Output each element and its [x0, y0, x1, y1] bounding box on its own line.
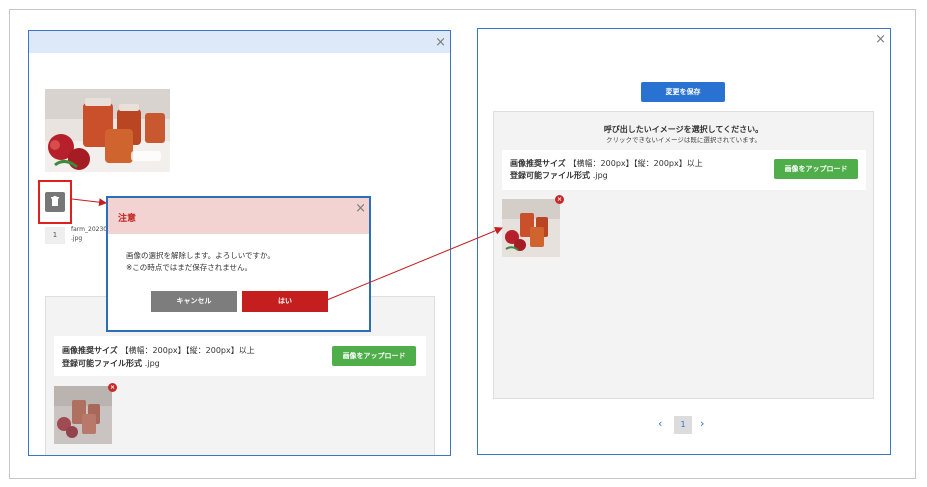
instruction-subtitle: クリックできないイメージは既に選択されています。: [605, 136, 762, 144]
trash-icon: [51, 196, 59, 206]
selectable-thumbnail[interactable]: [502, 199, 560, 257]
jam-jars-photo: [45, 89, 170, 172]
delete-image-button[interactable]: [45, 192, 65, 212]
image-info-box: 画像推奨サイズ 【横幅：200px】【縦：200px】以上 登録可能ファイル形式…: [54, 336, 426, 376]
image-info-box: 画像推奨サイズ 【横幅：200px】【縦：200px】以上 登録可能ファイル形式…: [502, 150, 866, 190]
file-name-line2: .jpg: [71, 235, 83, 242]
format-value: .jpg: [144, 359, 160, 368]
pager-page-1[interactable]: 1: [674, 416, 692, 434]
file-format-text: 登録可能ファイル形式 .jpg: [62, 359, 160, 369]
library-thumbnail[interactable]: [54, 386, 112, 444]
remove-thumbnail-icon[interactable]: ×: [108, 383, 117, 392]
left-window-title-bar: [29, 31, 450, 53]
selected-image-preview: [45, 89, 170, 172]
file-index-badge: 1: [45, 227, 65, 244]
file-format-text: 登録可能ファイル形式 .jpg: [510, 171, 608, 181]
size-value: 【横幅：200px】【縦：200px】以上: [568, 159, 703, 168]
image-select-panel: 呼び出したいイメージを選択してください。 クリックできないイメージは既に選択され…: [493, 111, 874, 399]
format-value: .jpg: [592, 171, 608, 180]
dialog-message-line2: ※この時点ではまだ保存されません。: [126, 263, 253, 272]
cancel-button[interactable]: キャンセル: [151, 291, 237, 312]
confirm-dialog: 注意 × 画像の選択を解除します。よろしいですか。 ※この時点ではまだ保存されま…: [106, 196, 371, 332]
dialog-message-line1: 画像の選択を解除します。よろしいですか。: [126, 251, 275, 260]
file-name-line1: farm_20230: [71, 226, 108, 233]
jam-thumbnail-image: [502, 199, 560, 257]
save-changes-button[interactable]: 変更を保存: [641, 82, 725, 102]
recommended-size-text: 画像推奨サイズ 【横幅：200px】【縦：200px】以上: [510, 159, 703, 169]
dialog-close-icon[interactable]: ×: [355, 202, 366, 215]
format-label: 登録可能ファイル形式: [62, 359, 142, 368]
upload-image-button[interactable]: 画像をアップロード: [774, 159, 858, 179]
size-label: 画像推奨サイズ: [510, 159, 566, 168]
format-label: 登録可能ファイル形式: [510, 171, 590, 180]
right-window: × 変更を保存 呼び出したいイメージを選択してください。 クリックできないイメー…: [477, 28, 891, 455]
ok-button[interactable]: はい: [242, 291, 328, 312]
dialog-title: 注意: [118, 214, 137, 224]
right-window-close-icon[interactable]: ×: [875, 33, 886, 46]
file-index-text: 1: [52, 231, 58, 239]
size-label: 画像推奨サイズ: [62, 346, 118, 355]
upload-image-button[interactable]: 画像をアップロード: [332, 346, 416, 366]
size-value: 【横幅：200px】【縦：200px】以上: [120, 346, 255, 355]
pager-prev-icon[interactable]: ‹: [658, 417, 662, 430]
recommended-size-text: 画像推奨サイズ 【横幅：200px】【縦：200px】以上: [62, 346, 255, 356]
remove-thumbnail-icon[interactable]: ×: [555, 195, 564, 204]
jam-thumbnail-image: [54, 386, 112, 444]
left-window-close-icon[interactable]: ×: [435, 36, 446, 49]
dialog-header: [108, 198, 369, 234]
pager-next-icon[interactable]: ›: [700, 417, 704, 430]
